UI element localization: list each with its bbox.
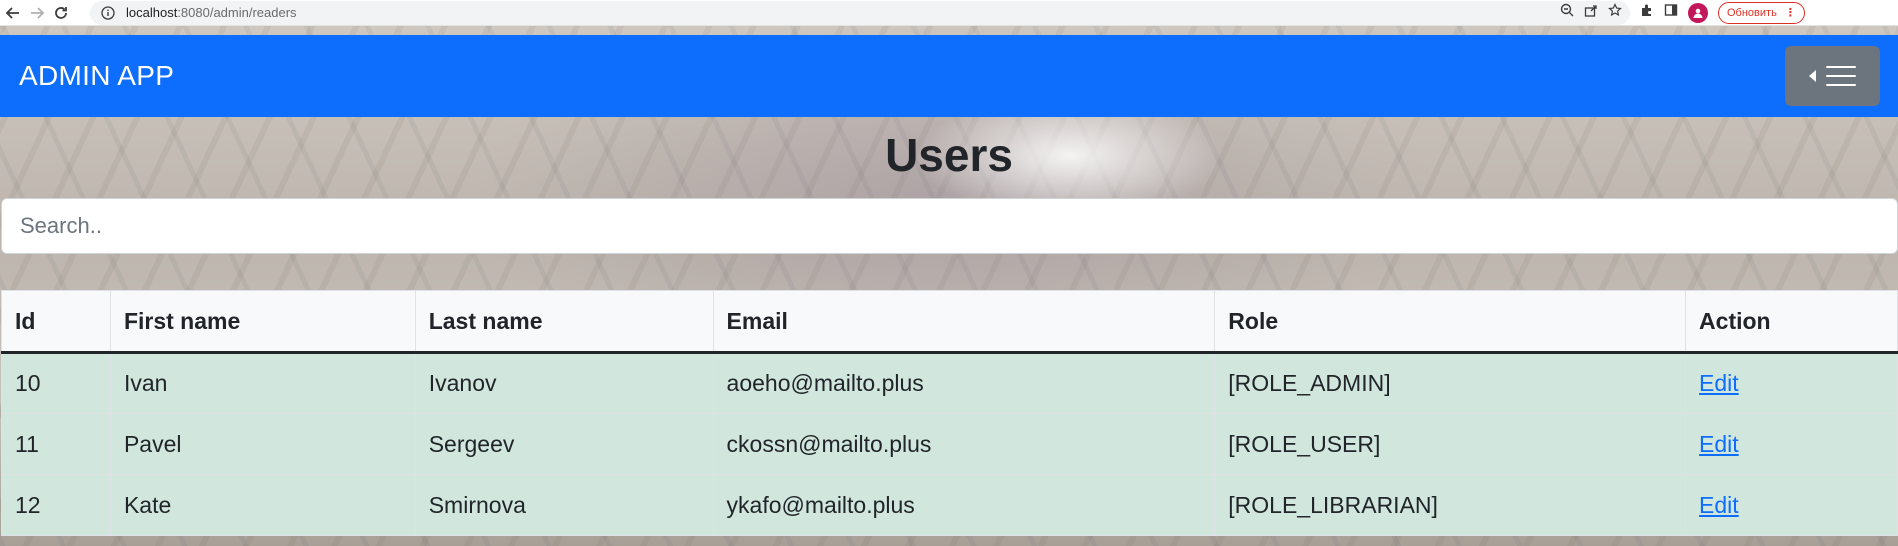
profile-icon[interactable] [1688,2,1708,23]
cell-id: 12 [1,474,111,536]
back-arrow-icon[interactable] [2,2,24,24]
cell-role: [ROLE_ADMIN] [1214,352,1687,414]
forward-arrow-icon[interactable] [26,2,48,24]
star-icon[interactable] [1608,3,1622,22]
table-header-row: Id First name Last name Email Role Actio… [1,290,1898,354]
share-icon[interactable] [1584,3,1598,22]
cell-id: 11 [1,413,111,475]
cell-action: Edit [1685,352,1898,414]
zoom-icon[interactable] [1560,3,1574,22]
url-path: :8080/admin/readers [177,5,297,20]
page-title: Users [885,129,1013,181]
users-table: Id First name Last name Email Role Actio… [1,290,1898,536]
cell-last-name: Smirnova [414,474,714,536]
cell-email: ykafo@mailto.plus [712,474,1216,536]
cell-role: [ROLE_LIBRARIAN] [1214,474,1687,536]
edit-link[interactable]: Edit [1699,431,1739,457]
cell-first-name: Pavel [109,413,416,475]
browser-toolbar: localhost:8080/admin/readers Обновить ⋮ [0,0,1898,26]
brand-title[interactable]: ADMIN APP [19,60,174,92]
cell-action: Edit [1685,474,1898,536]
caret-left-icon [1809,70,1816,82]
cell-id: 10 [1,352,111,414]
info-icon[interactable] [100,5,116,21]
cell-action: Edit [1685,413,1898,475]
hamburger-icon [1826,66,1856,86]
column-header-id: Id [1,290,111,354]
table-row: 12 Kate Smirnova ykafo@mailto.plus [ROLE… [1,474,1898,536]
menu-toggle-button[interactable] [1785,46,1880,106]
cell-first-name: Ivan [109,352,416,414]
cell-email: ckossn@mailto.plus [712,413,1216,475]
column-header-role: Role [1214,290,1687,354]
update-browser-button[interactable]: Обновить ⋮ [1718,1,1805,24]
update-browser-label: Обновить [1727,6,1777,19]
column-header-action: Action [1685,290,1898,354]
top-navbar: ADMIN APP [0,35,1898,117]
edit-link[interactable]: Edit [1699,370,1739,396]
column-header-email: Email [712,290,1216,354]
column-header-last-name: Last name [414,290,714,354]
cell-last-name: Sergeev [414,413,714,475]
address-bar[interactable]: localhost:8080/admin/readers [90,0,1630,25]
side-panel-icon[interactable] [1664,3,1678,22]
edit-link[interactable]: Edit [1699,492,1739,518]
page-background: ADMIN APP Users Id First name Last name … [0,26,1898,546]
more-menu-icon[interactable]: ⋮ [1785,6,1796,19]
cell-email: aoeho@mailto.plus [712,352,1216,414]
reload-icon[interactable] [50,2,72,24]
url-text: localhost:8080/admin/readers [126,5,297,20]
url-host: localhost [126,5,178,20]
extensions-icon[interactable] [1640,3,1654,22]
cell-first-name: Kate [109,474,416,536]
cell-role: [ROLE_USER] [1214,413,1687,475]
cell-last-name: Ivanov [414,352,714,414]
search-input[interactable] [1,198,1898,254]
column-header-first-name: First name [109,290,416,354]
table-row: 10 Ivan Ivanov aoeho@mailto.plus [ROLE_A… [1,352,1898,414]
table-row: 11 Pavel Sergeev ckossn@mailto.plus [ROL… [1,413,1898,475]
